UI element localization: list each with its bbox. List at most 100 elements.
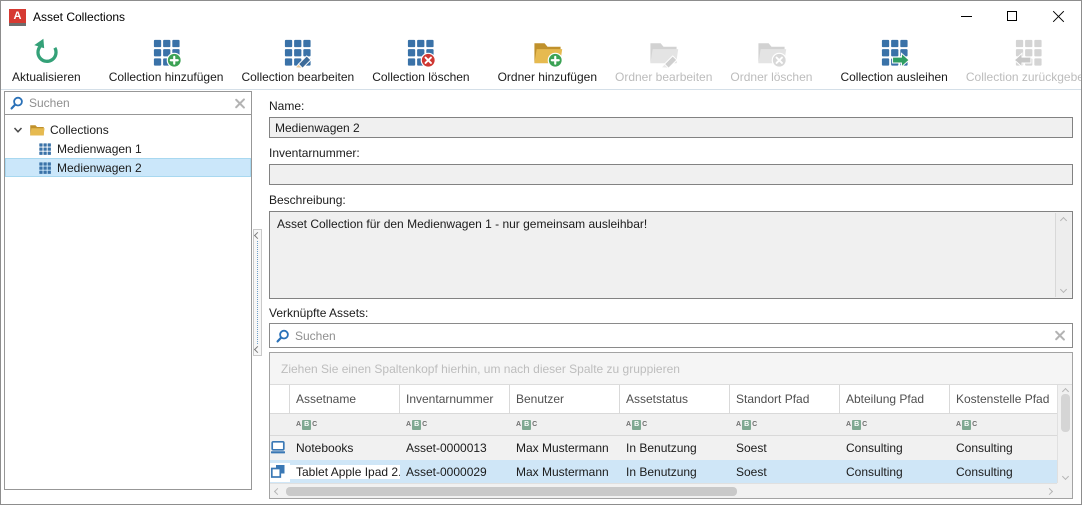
- maximize-button[interactable]: [989, 1, 1035, 31]
- cell-assetstatus[interactable]: In Benutzung: [620, 465, 730, 479]
- collection-delete-icon: [405, 37, 436, 68]
- filter-cell-benutzer[interactable]: [510, 414, 620, 435]
- cell-abteilung-pfad[interactable]: Consulting: [840, 465, 950, 479]
- column-header-abteilung-pfad[interactable]: Abteilung Pfad: [840, 385, 950, 413]
- scroll-down-icon[interactable]: [1061, 473, 1068, 480]
- column-header-kostenstelle-pfad[interactable]: Kostenstelle Pfad: [950, 385, 1057, 413]
- group-by-hint: Ziehen Sie einen Spaltenkopf hierhin, um…: [281, 362, 680, 376]
- cell-abteilung-pfad[interactable]: Consulting: [840, 441, 950, 455]
- maximize-icon: [1007, 11, 1017, 21]
- cell-kostenstelle-pfad[interactable]: Consulting: [950, 465, 1057, 479]
- collection-detail-panel: Name: Inventarnummer: Beschreibung: Asse…: [269, 91, 1073, 499]
- description-text: Asset Collection für den Medienwagen 1 -…: [277, 217, 647, 231]
- close-button[interactable]: [1035, 1, 1081, 31]
- search-icon: [276, 329, 290, 343]
- linked-assets-label: Verknüpfte Assets:: [269, 306, 1073, 320]
- cell-standort-pfad[interactable]: Soest: [730, 465, 840, 479]
- inventory-number-field[interactable]: [269, 164, 1073, 185]
- refresh-button[interactable]: Aktualisieren: [3, 33, 90, 89]
- panel-splitter[interactable]: [253, 229, 262, 356]
- folder-delete-button[interactable]: Ordner löschen: [721, 33, 821, 89]
- scroll-up-icon[interactable]: [1060, 217, 1067, 224]
- toolbar: Aktualisieren Collection hinzufügen Coll…: [1, 33, 1081, 90]
- collection-grid-icon: [38, 161, 52, 175]
- column-header-assetstatus[interactable]: Assetstatus: [620, 385, 730, 413]
- minimize-icon: [961, 16, 972, 17]
- scroll-right-icon[interactable]: [1046, 487, 1053, 494]
- description-scrollbar[interactable]: [1055, 213, 1071, 297]
- collection-add-icon: [151, 37, 182, 68]
- description-field[interactable]: Asset Collection für den Medienwagen 1 -…: [269, 211, 1073, 299]
- folder-edit-button[interactable]: Ordner bearbeiten: [606, 33, 721, 89]
- filter-cell-inventarnummer[interactable]: [400, 414, 510, 435]
- cell-standort-pfad[interactable]: Soest: [730, 441, 840, 455]
- tree-node-medienwagen-1[interactable]: Medienwagen 1: [5, 139, 251, 158]
- collection-edit-button[interactable]: Collection bearbeiten: [232, 33, 363, 89]
- row-indicator-cell: [270, 463, 290, 482]
- column-header-standort-pfad[interactable]: Standort Pfad: [730, 385, 840, 413]
- cell-kostenstelle-pfad[interactable]: Consulting: [950, 441, 1057, 455]
- name-field[interactable]: [269, 117, 1073, 138]
- assets-search-input[interactable]: [295, 329, 1048, 343]
- grid-horizontal-scrollbar[interactable]: [270, 483, 1057, 498]
- column-header-benutzer[interactable]: Benutzer: [510, 385, 620, 413]
- tree-search-box: [5, 92, 251, 115]
- column-header-assetname[interactable]: Assetname: [290, 385, 400, 413]
- scroll-down-icon[interactable]: [1060, 286, 1067, 293]
- folder-icon: [29, 122, 45, 138]
- collapse-left-icon[interactable]: [254, 232, 261, 239]
- folder-add-button[interactable]: Ordner hinzufügen: [489, 33, 606, 89]
- cell-benutzer[interactable]: Max Mustermann: [510, 441, 620, 455]
- cell-assetname[interactable]: Tablet Apple Ipad 2...: [290, 465, 400, 479]
- grid-vertical-scrollbar[interactable]: [1057, 385, 1072, 483]
- cell-assetname[interactable]: Notebooks: [290, 441, 400, 455]
- minimize-button[interactable]: [943, 1, 989, 31]
- filter-cell-standort-pfad[interactable]: [730, 414, 840, 435]
- row-indicator-cell: [270, 439, 290, 458]
- chevron-down-icon[interactable]: [12, 124, 24, 136]
- scroll-left-icon[interactable]: [274, 487, 281, 494]
- group-by-panel: Ziehen Sie einen Spaltenkopf hierhin, um…: [270, 353, 1072, 385]
- filter-cell-assetname[interactable]: [290, 414, 400, 435]
- collection-checkout-button[interactable]: Collection ausleihen: [831, 33, 956, 89]
- clear-x-icon[interactable]: [1053, 329, 1066, 342]
- filter-cell-assetstatus[interactable]: [620, 414, 730, 435]
- folder-delete-icon: [756, 37, 787, 68]
- collection-checkout-icon: [879, 37, 910, 68]
- collection-return-label: Collection zurückgeben: [966, 70, 1082, 84]
- filter-cell-abteilung-pfad[interactable]: [840, 414, 950, 435]
- column-header-inventarnummer[interactable]: Inventarnummer: [400, 385, 510, 413]
- folder-edit-label: Ordner bearbeiten: [615, 70, 712, 84]
- collection-return-button[interactable]: Collection zurückgeben: [957, 33, 1082, 89]
- asset-collections-window: Asset Collections Aktualisieren Collecti…: [0, 0, 1082, 505]
- collection-add-button[interactable]: Collection hinzufügen: [100, 33, 233, 89]
- cell-benutzer[interactable]: Max Mustermann: [510, 465, 620, 479]
- filter-cell-kostenstelle-pfad[interactable]: [950, 414, 1057, 435]
- cell-inventarnummer[interactable]: Asset-0000013: [400, 441, 510, 455]
- cell-assetstatus[interactable]: In Benutzung: [620, 441, 730, 455]
- folder-delete-label: Ordner löschen: [730, 70, 812, 84]
- collection-edit-label: Collection bearbeiten: [241, 70, 354, 84]
- app-logo-a-icon: [9, 9, 26, 26]
- collection-return-icon: [1013, 37, 1044, 68]
- collection-delete-label: Collection löschen: [372, 70, 469, 84]
- collection-delete-button[interactable]: Collection löschen: [363, 33, 478, 89]
- asset-row-notebooks[interactable]: Notebooks Asset-0000013 Max Mustermann I…: [270, 436, 1057, 460]
- abc-filter-icon: [956, 420, 977, 430]
- tree-node-medienwagen-2[interactable]: Medienwagen 2: [5, 158, 251, 177]
- grid-filter-row: [270, 414, 1057, 436]
- cell-inventarnummer[interactable]: Asset-0000029: [400, 465, 510, 479]
- grid-header-row: Assetname Inventarnummer Benutzer Assets…: [270, 385, 1057, 414]
- collapse-left-icon[interactable]: [254, 346, 261, 353]
- horizontal-scroll-thumb[interactable]: [286, 487, 737, 496]
- collection-edit-icon: [282, 37, 313, 68]
- clear-x-icon[interactable]: [233, 97, 246, 110]
- tablet-copy-icon: [270, 463, 286, 479]
- collection-checkout-label: Collection ausleihen: [840, 70, 947, 84]
- vertical-scroll-thumb[interactable]: [1061, 394, 1070, 432]
- asset-row-tablet[interactable]: Tablet Apple Ipad 2... Asset-0000029 Max…: [270, 460, 1057, 483]
- tree-search-input[interactable]: [29, 96, 228, 110]
- tree-node-collections[interactable]: Collections: [5, 120, 251, 139]
- description-label: Beschreibung:: [269, 193, 1073, 207]
- tree-node-label: Collections: [50, 123, 109, 137]
